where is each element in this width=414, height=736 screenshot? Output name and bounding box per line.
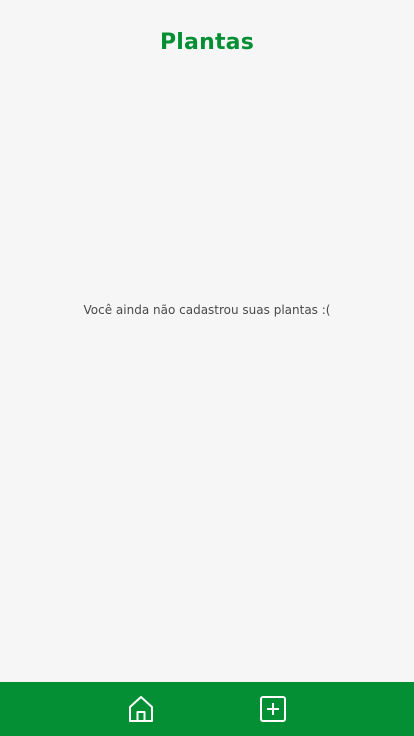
add-square-icon (260, 696, 286, 722)
bottom-nav (0, 682, 414, 736)
home-icon (129, 696, 153, 722)
page-title: Plantas (159, 29, 255, 55)
header: Plantas (0, 24, 414, 60)
empty-state-message: Você ainda não cadastrou suas plantas :( (83, 303, 331, 317)
add-plant-button[interactable] (257, 693, 289, 725)
home-button[interactable] (125, 693, 157, 725)
plants-screen: Plantas Você ainda não cadastrou suas pl… (0, 0, 414, 736)
